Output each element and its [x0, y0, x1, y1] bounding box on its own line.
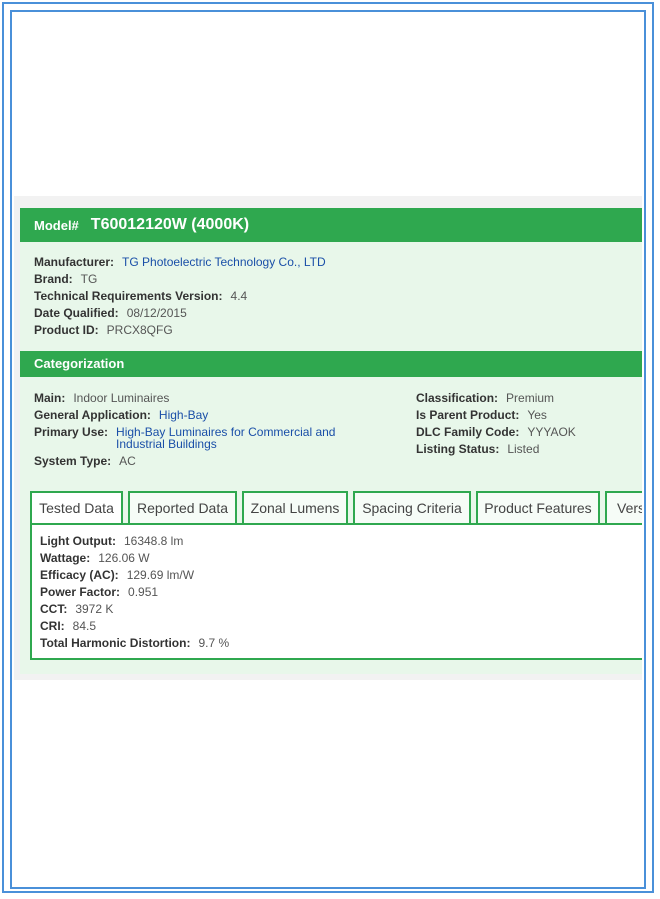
cat-value: Indoor Luminaires — [73, 391, 170, 405]
cat-label: General Application: — [34, 408, 151, 422]
primary-use-link[interactable]: High-Bay Luminaires for Commercial and I… — [116, 426, 386, 450]
info-row-date: Date Qualified: 08/12/2015 — [34, 305, 326, 322]
cat-row-parent-product: Is Parent Product: Yes — [416, 407, 576, 424]
tested-value: 84.5 — [72, 619, 97, 633]
tested-label: Efficacy (AC): — [40, 568, 119, 582]
tested-value: 3972 K — [75, 602, 114, 616]
info-label: Technical Requirements Version: — [34, 289, 223, 303]
cat-label: Main: — [34, 391, 66, 405]
tested-value: 126.06 W — [98, 551, 150, 565]
tab-reported-data[interactable]: Reported Data — [128, 491, 237, 523]
tested-data-panel: Light Output: 16348.8 lm Wattage: 126.06 W… — [30, 523, 642, 660]
tested-label: CRI: — [40, 619, 65, 633]
cat-label: Listing Status: — [416, 442, 500, 456]
tested-data-list: Light Output: 16348.8 lm Wattage: 126.06 W… — [40, 533, 229, 652]
tab-zonal-lumens[interactable]: Zonal Lumens — [242, 491, 348, 523]
tested-label: Light Output: — [40, 534, 116, 548]
tested-row-wattage: Wattage: 126.06 W — [40, 550, 229, 567]
product-panel: Model# T60012120W (4000K) Manufacturer: T… — [14, 196, 642, 680]
categorization-right: Classification: Premium Is Parent Product… — [416, 390, 576, 458]
cat-value: Premium — [506, 391, 555, 405]
info-value: 08/12/2015 — [126, 306, 187, 320]
tested-label: Wattage: — [40, 551, 91, 565]
cat-value: Listed — [507, 442, 540, 456]
tab-tested-data[interactable]: Tested Data — [30, 491, 123, 525]
model-header: Model# T60012120W (4000K) — [20, 208, 642, 242]
cat-label: System Type: — [34, 454, 112, 468]
tested-value: 0.951 — [128, 585, 159, 599]
tested-row-thd: Total Harmonic Distortion: 9.7 % — [40, 635, 229, 652]
info-label: Product ID: — [34, 323, 99, 337]
info-row-tech-version: Technical Requirements Version: 4.4 — [34, 288, 326, 305]
tab-versions[interactable]: Vers — [605, 491, 642, 523]
info-label: Date Qualified: — [34, 306, 119, 320]
cat-label: Classification: — [416, 391, 499, 405]
cat-label: Primary Use: — [34, 425, 109, 439]
tested-row-power-factor: Power Factor: 0.951 — [40, 584, 229, 601]
cat-row-main: Main: Indoor Luminaires — [34, 390, 404, 407]
categorization-left: Main: Indoor Luminaires General Applicati… — [34, 390, 404, 470]
info-label: Manufacturer: — [34, 255, 115, 269]
tested-label: Power Factor: — [40, 585, 121, 599]
model-label: Model# — [34, 217, 79, 233]
cat-value: AC — [119, 454, 136, 468]
product-card: Model# T60012120W (4000K) Manufacturer: T… — [20, 208, 642, 674]
cat-label: Is Parent Product: — [416, 408, 520, 422]
data-tabs: Tested Data Reported Data Zonal Lumens S… — [30, 491, 642, 525]
tested-label: CCT: — [40, 602, 68, 616]
tested-row-efficacy: Efficacy (AC): 129.69 lm/W — [40, 567, 229, 584]
cat-row-primary-use: Primary Use: High-Bay Luminaires for Comm… — [34, 426, 404, 450]
cat-value: Yes — [527, 408, 547, 422]
cat-row-system-type: System Type: AC — [34, 453, 404, 470]
cat-value: YYYAOK — [527, 425, 576, 439]
info-value: 4.4 — [230, 289, 248, 303]
cat-row-family-code: DLC Family Code: YYYAOK — [416, 424, 576, 441]
cat-label: DLC Family Code: — [416, 425, 520, 439]
tested-value: 129.69 lm/W — [126, 568, 195, 582]
cat-row-general-application: General Application: High-Bay — [34, 407, 404, 424]
tested-row-cct: CCT: 3972 K — [40, 601, 229, 618]
tested-row-light-output: Light Output: 16348.8 lm — [40, 533, 229, 550]
info-value: PRCX8QFG — [106, 323, 173, 337]
tested-value: 16348.8 lm — [123, 534, 184, 548]
model-number: T60012120W (4000K) — [90, 216, 250, 233]
categorization-header: Categorization — [20, 351, 642, 377]
tested-row-cri: CRI: 84.5 — [40, 618, 229, 635]
tab-spacing-criteria[interactable]: Spacing Criteria — [353, 491, 471, 523]
info-row-product-id: Product ID: PRCX8QFG — [34, 322, 326, 339]
general-application-link[interactable]: High-Bay — [159, 408, 208, 422]
cat-row-listing-status: Listing Status: Listed — [416, 441, 576, 458]
tested-label: Total Harmonic Distortion: — [40, 636, 191, 650]
cat-row-classification: Classification: Premium — [416, 390, 576, 407]
info-row-manufacturer: Manufacturer: TG Photoelectric Technology… — [34, 254, 326, 271]
tested-value: 9.7 % — [198, 636, 230, 650]
info-row-brand: Brand: TG — [34, 271, 326, 288]
tab-product-features[interactable]: Product Features — [476, 491, 600, 523]
manufacturer-link[interactable]: TG Photoelectric Technology Co., LTD — [122, 255, 326, 269]
product-info: Manufacturer: TG Photoelectric Technology… — [34, 254, 326, 339]
info-value: TG — [80, 272, 98, 286]
info-label: Brand: — [34, 272, 73, 286]
